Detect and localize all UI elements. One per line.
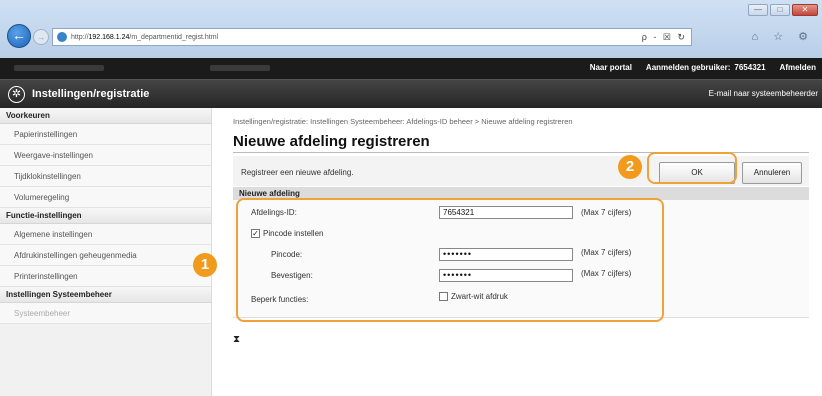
url-host: 192.168.1.24 [88, 33, 130, 41]
sidebar-item-algemeen[interactable]: Algemene instellingen [0, 224, 211, 245]
url-prefix: http:// [71, 33, 89, 41]
url-path: /m_departmentid_regist.html [129, 33, 219, 41]
sidebar-item-tijdklok[interactable]: Tijdklokinstellingen [0, 166, 211, 187]
sidebar-heading-functie: Functie-instellingen [0, 208, 211, 224]
step-marker-1: 1 [193, 253, 217, 277]
portal-link[interactable]: Naar portal [590, 63, 632, 72]
sidebar-item-systeembeheer[interactable]: Systeembeheer [0, 303, 211, 324]
sidebar-heading-voorkeuren: Voorkeuren [0, 108, 211, 124]
address-actions[interactable]: ρ - ☒ ↻ [642, 32, 687, 43]
app-title: Instellingen/registratie [32, 88, 150, 100]
sidebar: Voorkeuren Papierinstellingen Weergave-i… [0, 108, 212, 396]
device-location-blur [210, 65, 270, 71]
forward-button[interactable]: → [33, 29, 49, 45]
sidebar-item-volume[interactable]: Volumeregeling [0, 187, 211, 208]
device-name-blur [14, 65, 104, 71]
mail-admin-link[interactable]: E-mail naar systeembeheerder [709, 89, 818, 98]
gear-icon: ✲ [8, 86, 25, 103]
form-highlight-box [236, 198, 664, 322]
url-text[interactable]: http://192.168.1.24/m_departmentid_regis… [71, 34, 218, 41]
top-links: Naar portal Aanmelden gebruiker: 7654321… [590, 63, 816, 72]
ok-highlight-box [647, 152, 737, 184]
browser-toolbar: — □ ✕ ← → http://192.168.1.24/m_departme… [0, 0, 822, 58]
login-user-label: Aanmelden gebruiker: [645, 63, 731, 72]
title-strip: ✲ Instellingen/registratie E-mail naar s… [0, 79, 822, 108]
close-button[interactable]: ✕ [792, 4, 818, 16]
step-marker-2: 2 [618, 155, 642, 179]
logout-link[interactable]: Afmelden [780, 63, 816, 72]
sidebar-item-printer[interactable]: Printerinstellingen [0, 266, 211, 287]
arrow-right-icon: → [36, 32, 46, 42]
toolbar-icons[interactable]: ⌂ ☆ ⚙ [752, 30, 814, 43]
sidebar-item-papierinstellingen[interactable]: Papierinstellingen [0, 124, 211, 145]
sidebar-item-weergave[interactable]: Weergave-instellingen [0, 145, 211, 166]
sidebar-heading-systeembeheer: Instellingen Systeembeheer [0, 287, 211, 303]
page-title: Nieuwe afdeling registreren [233, 133, 430, 150]
page-icon [57, 32, 67, 42]
cancel-button[interactable]: Annuleren [742, 162, 802, 184]
breadcrumb: Instellingen/registratie: Instellingen S… [233, 117, 573, 126]
address-bar[interactable]: http://192.168.1.24/m_departmentid_regis… [52, 28, 692, 46]
maximize-button[interactable]: □ [770, 4, 790, 16]
arrow-left-icon: ← [12, 27, 26, 43]
window-controls: — □ ✕ [748, 4, 818, 16]
page-end-icon[interactable]: ⧗ [233, 334, 240, 345]
minimize-button[interactable]: — [748, 4, 768, 16]
sidebar-item-geheugenmedia[interactable]: Afdrukinstellingen geheugenmedia [0, 245, 211, 266]
top-strip: Naar portal Aanmelden gebruiker: 7654321… [0, 58, 822, 79]
back-button[interactable]: ← [7, 24, 31, 48]
login-user-id: 7654321 [734, 63, 766, 72]
intro-text: Registreer een nieuwe afdeling. [241, 168, 354, 177]
